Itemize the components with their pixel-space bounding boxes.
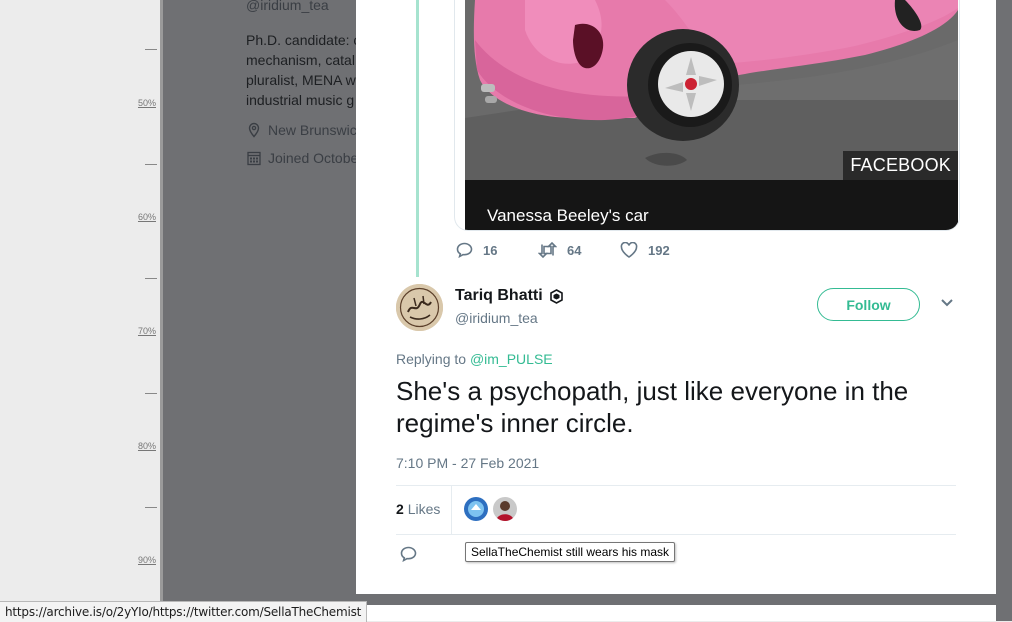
- bio-line: pluralist, MENA wa: [246, 72, 364, 88]
- tweet-modal: FACEBOOK Vanessa Beeley's car 16 64 192: [356, 0, 996, 594]
- ruler-label-50[interactable]: 50%: [120, 98, 156, 108]
- replying-prefix: Replying to: [396, 351, 467, 367]
- calligraphy-avatar-image: [396, 284, 443, 331]
- caption-text: Vanessa Beeley's car: [487, 206, 649, 225]
- ruler-tick: [145, 393, 157, 394]
- reply-icon: [456, 242, 473, 258]
- ruler-tick: [145, 278, 157, 279]
- liker-avatar-image: [464, 497, 488, 521]
- ruler-label-70[interactable]: 70%: [120, 326, 156, 336]
- liker-avatar-image: [493, 497, 517, 521]
- parent-tweet-actions: 16 64 192: [456, 242, 702, 258]
- like-count: 192: [648, 242, 670, 258]
- profile-handle: @iridium_tea: [246, 0, 329, 13]
- tweet-timestamp[interactable]: 7:10 PM - 27 Feb 2021: [396, 455, 539, 471]
- bio-line: Ph.D. candidate: c: [246, 32, 361, 48]
- chevron-down-icon[interactable]: [940, 298, 954, 308]
- calendar-icon: [247, 151, 261, 166]
- media-caption: Vanessa Beeley's car: [465, 180, 958, 230]
- thread-connector: [416, 0, 419, 277]
- likes-number: 2: [396, 501, 404, 517]
- link-status-bar: https://archive.is/o/2yYIo/https://twitt…: [0, 601, 368, 622]
- joined-text: Joined October: [268, 150, 363, 166]
- likes-divider: [451, 486, 452, 534]
- likes-row: 2 Likes: [396, 485, 956, 535]
- location-pin-icon: [248, 122, 260, 138]
- tweet-text: She's a psychopath, just like everyone i…: [396, 376, 909, 438]
- profile-joined: Joined October: [246, 150, 363, 166]
- hover-tooltip: SellaTheChemist still wears his mask: [465, 542, 676, 562]
- retweet-count: 64: [567, 242, 582, 258]
- replying-to: Replying to @im_PULSE: [396, 351, 553, 367]
- reply-icon[interactable]: [400, 546, 417, 562]
- replying-to-link[interactable]: @im_PULSE: [470, 351, 553, 367]
- next-tweet-card: [356, 605, 996, 621]
- liker-avatar[interactable]: [493, 497, 517, 521]
- follow-button[interactable]: Follow: [817, 288, 920, 321]
- badge-icon: [549, 288, 563, 304]
- likes-count[interactable]: 2 Likes: [396, 501, 440, 517]
- profile-location: New Brunswick: [246, 122, 364, 138]
- author-handle[interactable]: @iridium_tea: [455, 310, 538, 326]
- reply-count: 16: [483, 242, 498, 258]
- liker-avatar[interactable]: [464, 497, 488, 521]
- car-photo[interactable]: FACEBOOK: [465, 0, 958, 180]
- retweet-icon: [538, 242, 557, 258]
- quoted-media-card[interactable]: FACEBOOK Vanessa Beeley's car: [454, 0, 960, 231]
- likes-label: Likes: [407, 501, 441, 517]
- location-text: New Brunswick: [268, 122, 364, 138]
- ruler-label-90[interactable]: 90%: [120, 555, 156, 565]
- reply-action[interactable]: 16: [456, 242, 538, 258]
- profile-bio: Ph.D. candidate: c mechanism, catal plur…: [246, 30, 363, 110]
- ruler-tick: [145, 507, 157, 508]
- author-avatar[interactable]: [396, 284, 443, 331]
- ruler-label-60[interactable]: 60%: [120, 212, 156, 222]
- author-name-row[interactable]: Tariq Bhatti: [455, 287, 564, 305]
- bio-line: industrial music g: [246, 92, 355, 108]
- page-ruler: 50% 60% 70% 80% 90%: [0, 0, 162, 621]
- ruler-tick: [145, 49, 157, 50]
- bio-line: mechanism, catal: [246, 52, 355, 68]
- ruler-tick: [145, 164, 157, 165]
- profile-sidebar: @iridium_tea Ph.D. candidate: c mechanis…: [246, 0, 366, 180]
- author-name[interactable]: Tariq Bhatti: [455, 287, 543, 305]
- ruler-label-80[interactable]: 80%: [120, 441, 156, 451]
- like-action[interactable]: 192: [620, 242, 702, 258]
- facebook-badge: FACEBOOK: [843, 151, 958, 180]
- heart-icon: [620, 242, 638, 258]
- retweet-action[interactable]: 64: [538, 242, 620, 258]
